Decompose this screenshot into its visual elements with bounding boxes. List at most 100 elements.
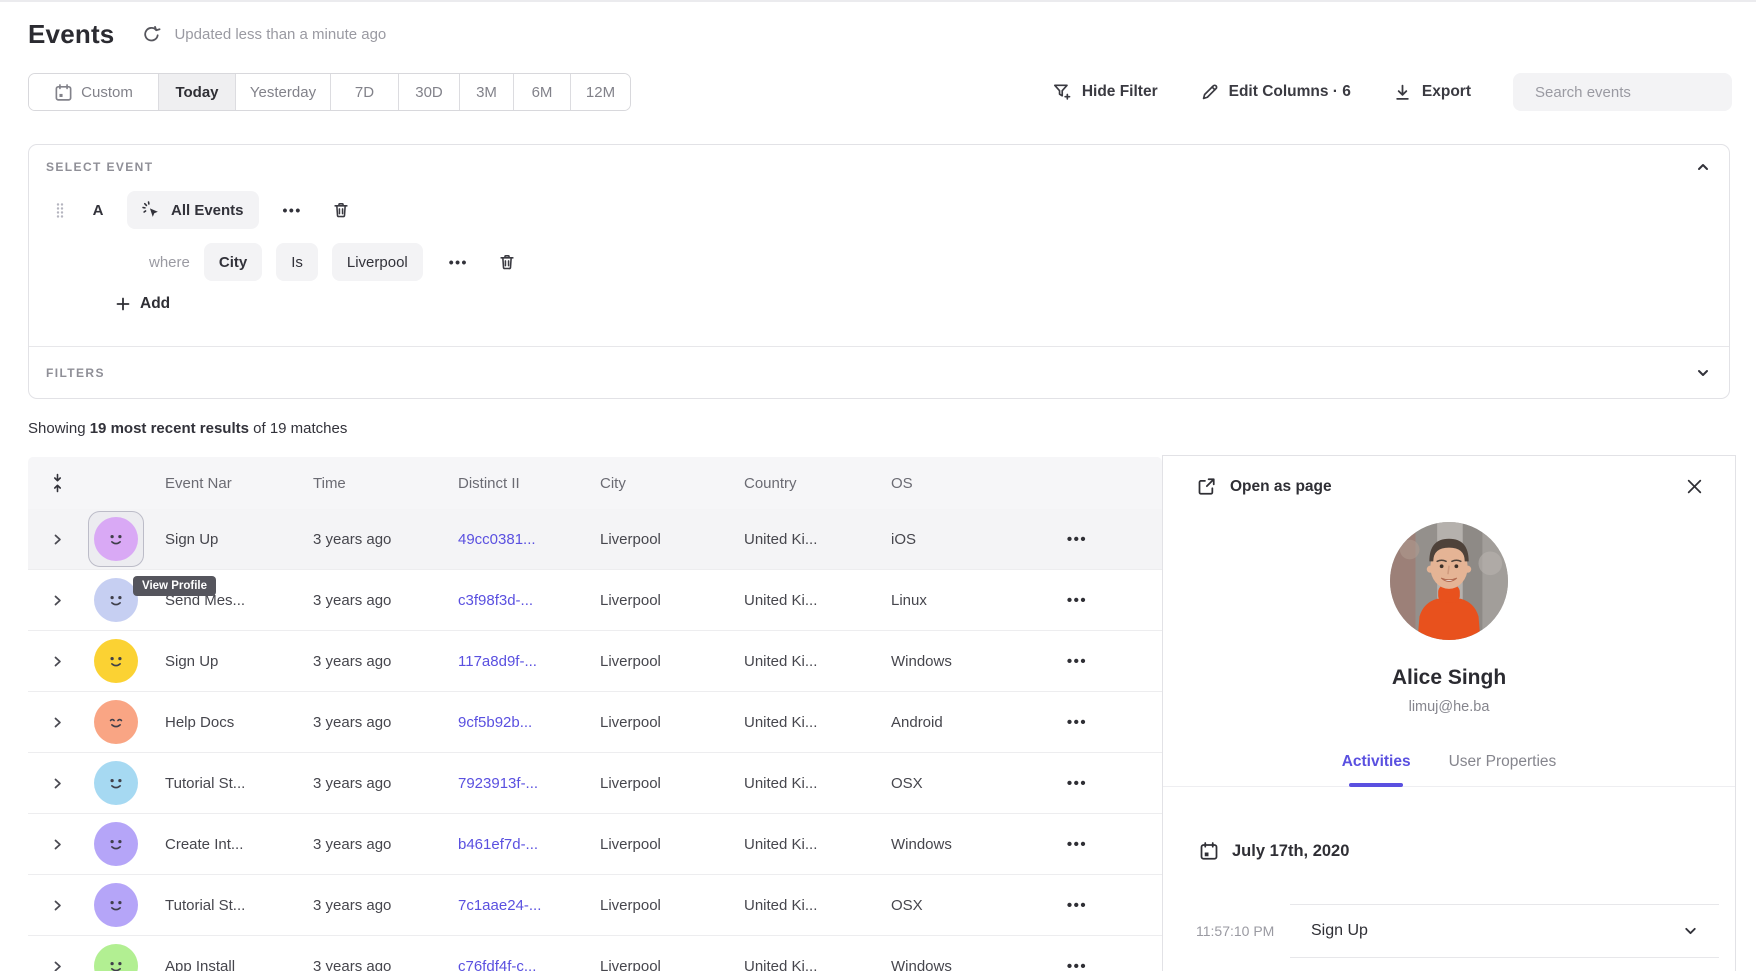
col-city[interactable]: City bbox=[581, 475, 725, 492]
row-more-button[interactable]: ••• bbox=[992, 775, 1162, 792]
distinct-id-link[interactable]: c3f98f3d-... bbox=[439, 592, 581, 609]
col-time[interactable]: Time bbox=[294, 475, 439, 492]
event-chip-label: All Events bbox=[171, 202, 244, 219]
row-expand-button[interactable] bbox=[28, 777, 86, 790]
event-delete-button[interactable] bbox=[328, 197, 354, 223]
add-event-button[interactable]: Add bbox=[115, 295, 170, 313]
table-row[interactable]: Help Docs 3 years ago 9cf5b92b... Liverp… bbox=[28, 692, 1162, 753]
results-summary: Showing 19 most recent results of 19 mat… bbox=[28, 420, 347, 437]
hide-filter-button[interactable]: Hide Filter bbox=[1052, 82, 1158, 102]
country-cell: United Ki... bbox=[725, 775, 872, 792]
edit-columns-button[interactable]: Edit Columns · 6 bbox=[1200, 83, 1351, 102]
event-selector-chip[interactable]: All Events bbox=[127, 191, 259, 229]
date-range-6m[interactable]: 6M bbox=[514, 74, 571, 110]
filter-value-chip[interactable]: Liverpool bbox=[332, 243, 423, 281]
col-os[interactable]: OS bbox=[872, 475, 992, 492]
avatar-face-icon bbox=[103, 953, 129, 971]
avatar[interactable] bbox=[94, 517, 138, 561]
distinct-id-link[interactable]: b461ef7d-... bbox=[439, 836, 581, 853]
table-row[interactable]: Sign Up 3 years ago 49cc0381... Liverpoo… bbox=[28, 509, 1162, 570]
close-panel-button[interactable] bbox=[1684, 476, 1705, 497]
date-range-30d[interactable]: 30D bbox=[399, 74, 460, 110]
refresh-button[interactable] bbox=[140, 23, 162, 45]
date-range-3m[interactable]: 3M bbox=[460, 74, 514, 110]
col-country[interactable]: Country bbox=[725, 475, 872, 492]
controls-row: CustomTodayYesterday7D30D3M6M12M Hide Fi… bbox=[28, 73, 1732, 111]
profile-photo bbox=[1390, 522, 1508, 640]
row-more-button[interactable]: ••• bbox=[992, 531, 1162, 548]
chevron-right-icon bbox=[51, 899, 64, 912]
drag-handle[interactable] bbox=[55, 202, 65, 218]
avatar[interactable] bbox=[94, 639, 138, 683]
row-expand-button[interactable] bbox=[28, 960, 86, 971]
view-profile-tooltip: View Profile bbox=[133, 576, 216, 596]
time-cell: 3 years ago bbox=[294, 531, 439, 548]
avatar[interactable] bbox=[94, 761, 138, 805]
activity-row[interactable]: 11:57:10 PM Sign Up bbox=[1163, 904, 1735, 958]
distinct-id-link[interactable]: 7923913f-... bbox=[439, 775, 581, 792]
time-cell: 3 years ago bbox=[294, 653, 439, 670]
city-cell: Liverpool bbox=[581, 958, 725, 971]
table-row[interactable]: App Install 3 years ago c76fdf4f-c... Li… bbox=[28, 936, 1162, 971]
table-row[interactable]: Tutorial St... 3 years ago 7c1aae24-... … bbox=[28, 875, 1162, 936]
expand-filters-button[interactable] bbox=[1695, 365, 1711, 381]
row-more-button[interactable]: ••• bbox=[992, 592, 1162, 609]
col-event-name[interactable]: Event Nar bbox=[146, 475, 294, 492]
date-range-today[interactable]: Today bbox=[159, 74, 236, 110]
table-row[interactable]: Tutorial St... 3 years ago 7923913f-... … bbox=[28, 753, 1162, 814]
row-more-button[interactable]: ••• bbox=[992, 653, 1162, 670]
row-expand-button[interactable] bbox=[28, 716, 86, 729]
search-box[interactable] bbox=[1513, 73, 1732, 111]
row-expand-button[interactable] bbox=[28, 899, 86, 912]
distinct-id-link[interactable]: 49cc0381... bbox=[439, 531, 581, 548]
distinct-id-link[interactable]: 117a8d9f-... bbox=[439, 653, 581, 670]
event-name-cell: Help Docs bbox=[146, 714, 294, 731]
row-more-button[interactable]: ••• bbox=[992, 958, 1162, 971]
filter-more-button[interactable]: ••• bbox=[439, 248, 478, 276]
table-row[interactable]: Create Int... 3 years ago b461ef7d-... L… bbox=[28, 814, 1162, 875]
collapse-rows-button[interactable] bbox=[28, 473, 86, 493]
download-icon bbox=[1393, 83, 1412, 102]
date-range-12m[interactable]: 12M bbox=[571, 74, 630, 110]
row-more-button[interactable]: ••• bbox=[992, 836, 1162, 853]
row-expand-button[interactable] bbox=[28, 838, 86, 851]
os-cell: Android bbox=[872, 714, 992, 731]
chevron-right-icon bbox=[51, 960, 64, 971]
open-as-page-label: Open as page bbox=[1230, 478, 1332, 496]
city-cell: Liverpool bbox=[581, 531, 725, 548]
row-expand-button[interactable] bbox=[28, 594, 86, 607]
avatar[interactable] bbox=[94, 700, 138, 744]
filter-property-chip[interactable]: City bbox=[204, 243, 262, 281]
avatar[interactable] bbox=[94, 944, 138, 971]
row-more-button[interactable]: ••• bbox=[992, 714, 1162, 731]
tab-user-properties[interactable]: User Properties bbox=[1447, 753, 1559, 771]
hide-filter-label: Hide Filter bbox=[1082, 83, 1158, 101]
open-as-page-button[interactable]: Open as page bbox=[1196, 476, 1332, 497]
date-range-yesterday[interactable]: Yesterday bbox=[236, 74, 331, 110]
avatar[interactable] bbox=[94, 883, 138, 927]
row-expand-button[interactable] bbox=[28, 655, 86, 668]
tab-activities[interactable]: Activities bbox=[1340, 753, 1413, 771]
distinct-id-link[interactable]: 9cf5b92b... bbox=[439, 714, 581, 731]
search-input[interactable] bbox=[1535, 84, 1734, 101]
row-expand-button[interactable] bbox=[28, 533, 86, 546]
distinct-id-link[interactable]: 7c1aae24-... bbox=[439, 897, 581, 914]
expand-activity-button[interactable] bbox=[1682, 923, 1699, 940]
avatar[interactable] bbox=[94, 578, 138, 622]
country-cell: United Ki... bbox=[725, 592, 872, 609]
row-more-button[interactable]: ••• bbox=[992, 897, 1162, 914]
avatar[interactable] bbox=[94, 822, 138, 866]
export-button[interactable]: Export bbox=[1393, 83, 1471, 102]
filters-section-header[interactable]: FILTERS bbox=[46, 347, 1711, 399]
filter-delete-button[interactable] bbox=[494, 249, 520, 275]
chevron-right-icon bbox=[51, 655, 64, 668]
query-builder-card: SELECT EVENT A All Events ••• bbox=[28, 144, 1730, 399]
date-range-7d[interactable]: 7D bbox=[331, 74, 399, 110]
col-distinct-id[interactable]: Distinct II bbox=[439, 475, 581, 492]
filter-operator-chip[interactable]: Is bbox=[276, 243, 318, 281]
event-more-button[interactable]: ••• bbox=[273, 196, 312, 224]
distinct-id-link[interactable]: c76fdf4f-c... bbox=[439, 958, 581, 971]
date-range-custom[interactable]: Custom bbox=[29, 74, 159, 110]
table-row[interactable]: Sign Up 3 years ago 117a8d9f-... Liverpo… bbox=[28, 631, 1162, 692]
collapse-select-event-button[interactable] bbox=[1695, 159, 1711, 175]
